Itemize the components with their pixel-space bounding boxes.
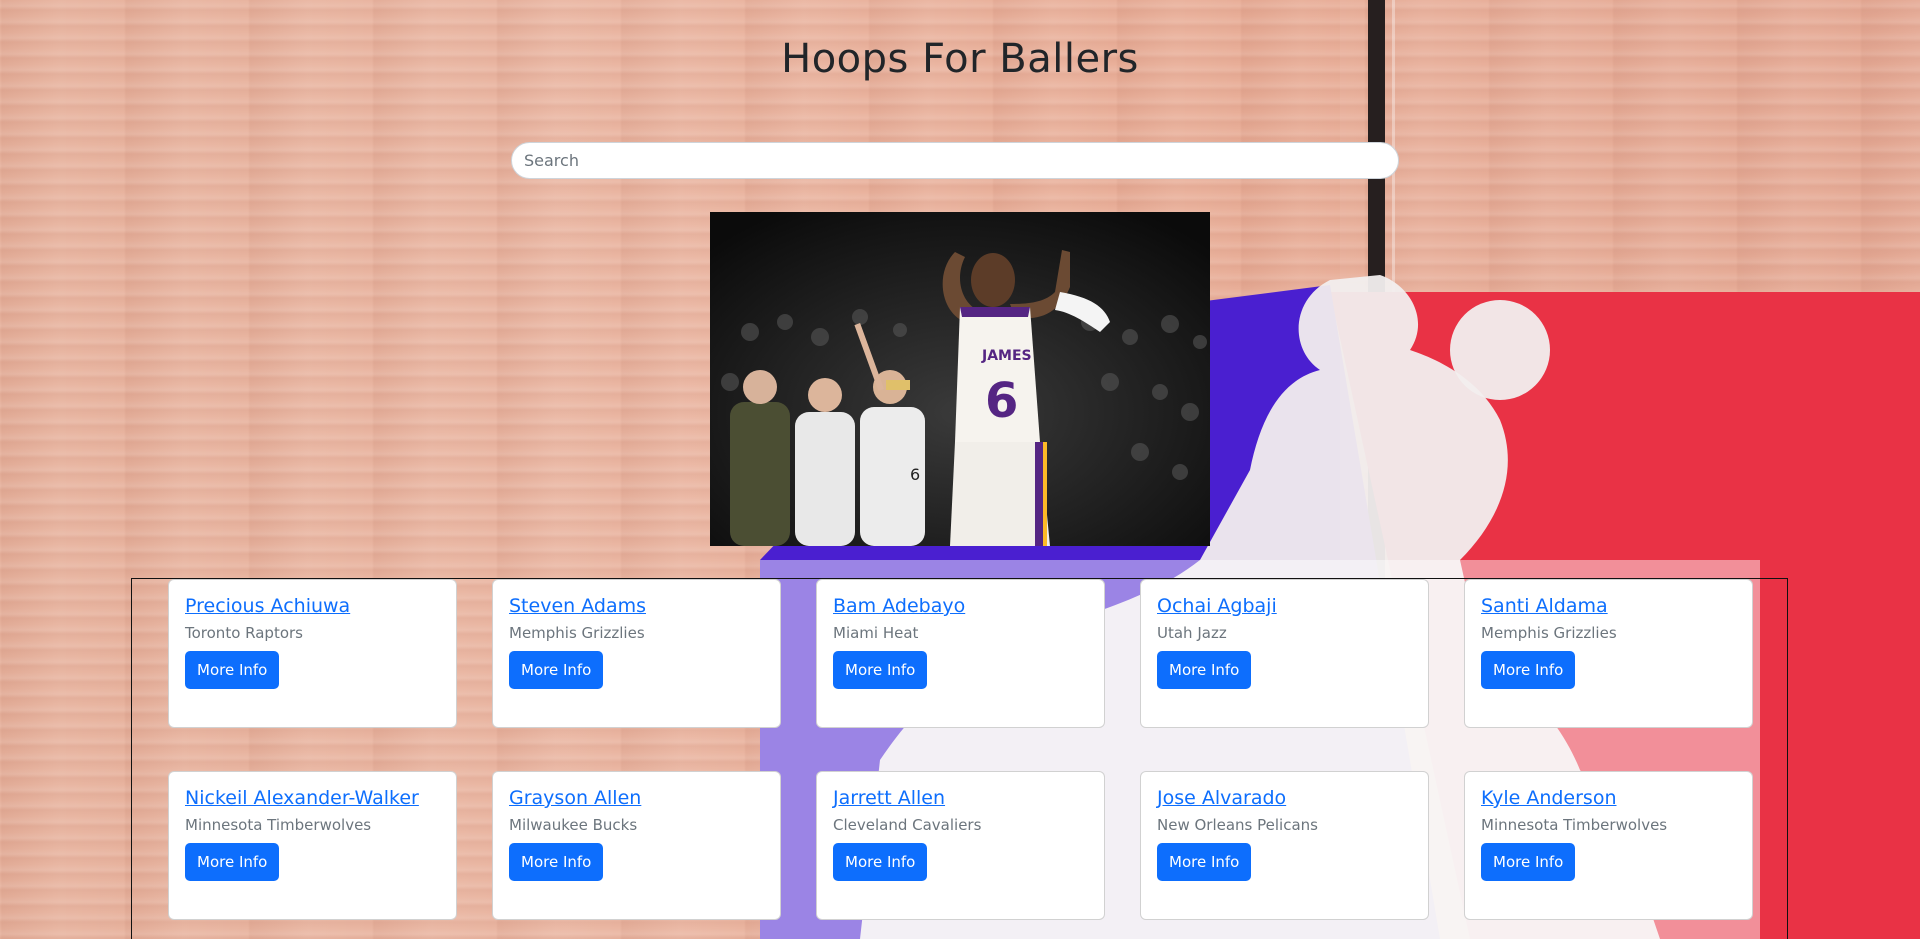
player-team: Memphis Grizzlies [509,624,645,642]
more-info-button[interactable]: More Info [1481,651,1576,689]
player-name-link[interactable]: Jarrett Allen [833,787,945,809]
more-info-button[interactable]: More Info [1157,843,1252,881]
player-name-link[interactable]: Kyle Anderson [1481,787,1617,809]
more-info-button[interactable]: More Info [185,651,280,689]
player-team: Minnesota Timberwolves [185,816,372,834]
player-card: Jose Alvarado New Orleans Pelicans More … [1140,771,1429,920]
player-team: Memphis Grizzlies [1481,624,1617,642]
player-name-link[interactable]: Bam Adebayo [833,595,965,617]
more-info-button[interactable]: More Info [509,843,604,881]
more-info-button[interactable]: More Info [833,651,928,689]
hero-image: 6 JAMES 6 [710,212,1210,546]
player-team: Utah Jazz [1157,624,1227,642]
player-card: Kyle Anderson Minnesota Timberwolves Mor… [1464,771,1753,920]
more-info-button[interactable]: More Info [833,843,928,881]
more-info-button[interactable]: More Info [509,651,604,689]
player-card: Santi Aldama Memphis Grizzlies More Info [1464,579,1753,728]
player-name-link[interactable]: Grayson Allen [509,787,641,809]
player-card: Bam Adebayo Miami Heat More Info [816,579,1105,728]
player-card: Grayson Allen Milwaukee Bucks More Info [492,771,781,920]
main-content: Hoops For Ballers Search 6 JAMES 6 Preci… [0,0,1920,939]
player-team: New Orleans Pelicans [1157,816,1318,834]
player-card: Precious Achiuwa Toronto Raptors More In… [168,579,457,728]
search-input[interactable] [511,142,1399,179]
more-info-button[interactable]: More Info [1157,651,1252,689]
player-team: Toronto Raptors [185,624,303,642]
player-team: Miami Heat [833,624,919,642]
player-name-link[interactable]: Nickeil Alexander-Walker [185,787,419,809]
player-name-link[interactable]: Santi Aldama [1481,595,1608,617]
svg-text:JAMES: JAMES [981,348,1032,364]
player-name-link[interactable]: Ochai Agbaji [1157,595,1277,617]
svg-text:6: 6 [985,373,1018,429]
more-info-button[interactable]: More Info [1481,843,1576,881]
svg-text:6: 6 [910,465,920,484]
player-name-link[interactable]: Precious Achiuwa [185,595,350,617]
player-card: Nickeil Alexander-Walker Minnesota Timbe… [168,771,457,920]
player-card: Steven Adams Memphis Grizzlies More Info [492,579,781,728]
player-team: Minnesota Timberwolves [1481,816,1668,834]
player-card: Jarrett Allen Cleveland Cavaliers More I… [816,771,1105,920]
more-info-button[interactable]: More Info [185,843,280,881]
player-team: Cleveland Cavaliers [833,816,982,834]
player-name-link[interactable]: Jose Alvarado [1157,787,1286,809]
page-title: Hoops For Ballers [781,36,1139,82]
player-grid: Precious Achiuwa Toronto Raptors More In… [131,578,1788,939]
player-name-link[interactable]: Steven Adams [509,595,646,617]
player-card: Ochai Agbaji Utah Jazz More Info [1140,579,1429,728]
player-team: Milwaukee Bucks [509,816,638,834]
player-celebration-photo: 6 JAMES 6 [710,212,1210,546]
